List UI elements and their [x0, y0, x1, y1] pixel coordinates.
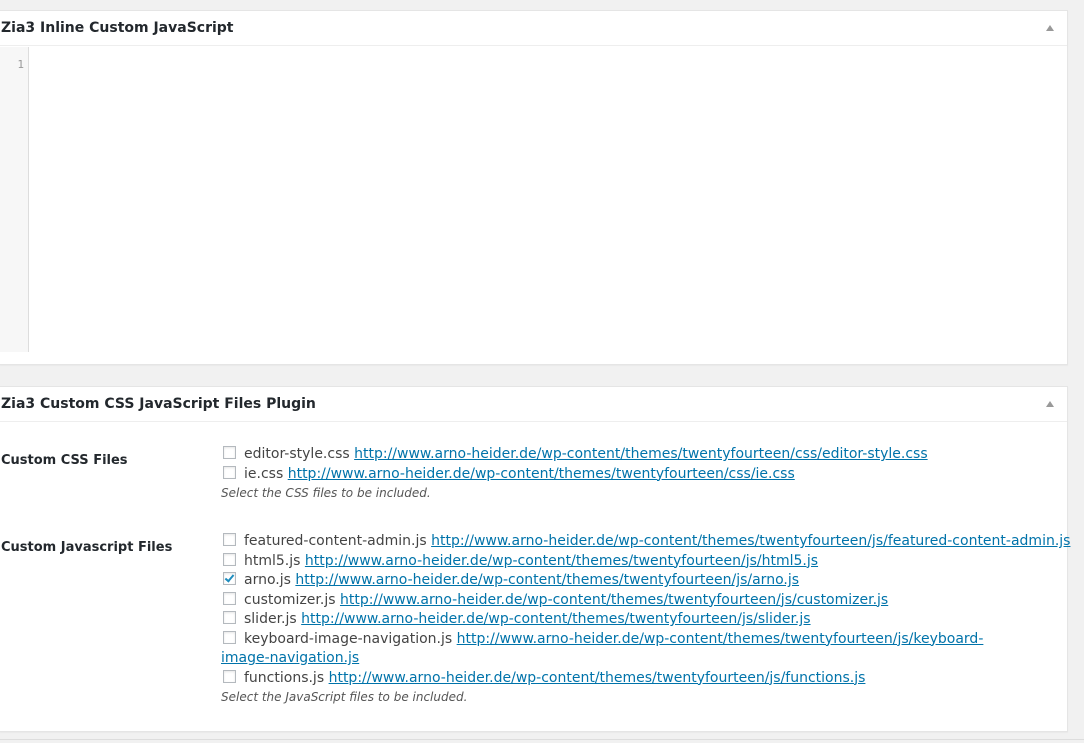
files-plugin-postbox-title: Zia3 Custom CSS JavaScript Files Plugin	[1, 396, 316, 412]
file-option[interactable]: html5.js http://www.arno-heider.de/wp-co…	[221, 552, 1051, 572]
file-name: functions.js	[244, 669, 325, 686]
js-files-field: featured-content-admin.js http://www.arn…	[221, 532, 1070, 707]
file-checkbox[interactable]	[223, 591, 236, 605]
file-url-link[interactable]: http://www.arno-heider.de/wp-content/the…	[288, 466, 795, 482]
file-option[interactable]: editor-style.css http://www.arno-heider.…	[221, 445, 1051, 465]
file-url-link[interactable]: http://www.arno-heider.de/wp-content/the…	[305, 553, 818, 569]
file-option[interactable]: slider.js http://www.arno-heider.de/wp-c…	[221, 610, 1051, 630]
file-name: ie.css	[244, 465, 284, 482]
collapse-arrow-icon[interactable]	[1046, 25, 1054, 31]
file-checkbox[interactable]	[223, 572, 236, 585]
file-checkbox[interactable]	[223, 611, 236, 624]
editor-gutter: 1	[0, 47, 29, 352]
file-option[interactable]: keyboard-image-navigation.js http://www.…	[221, 630, 1021, 669]
collapse-arrow-icon[interactable]	[1046, 401, 1054, 407]
line-number: 1	[17, 58, 24, 71]
file-name: slider.js	[244, 611, 297, 627]
field-description: Select the JavaScript files to be includ…	[221, 690, 468, 704]
file-checkbox[interactable]	[223, 465, 236, 479]
file-name: keyboard-image-navigation.js	[244, 630, 453, 647]
file-name: arno.js	[244, 572, 291, 588]
file-option[interactable]: functions.js http://www.arno-heider.de/w…	[221, 669, 1051, 689]
file-checkbox[interactable]	[223, 630, 236, 644]
inline-js-postbox: Zia3 Inline Custom JavaScript 1	[0, 10, 1068, 365]
file-name: featured-content-admin.js	[244, 533, 427, 549]
file-option[interactable]: customizer.js http://www.arno-heider.de/…	[221, 591, 1051, 611]
file-url-link[interactable]: http://www.arno-heider.de/wp-content/the…	[354, 446, 928, 462]
file-url-link[interactable]: http://www.arno-heider.de/wp-content/the…	[329, 670, 866, 686]
file-checkbox[interactable]	[223, 669, 236, 683]
file-option[interactable]: arno.js http://www.arno-heider.de/wp-con…	[221, 571, 1051, 591]
file-checkbox[interactable]	[223, 533, 236, 546]
custom-js-files-label: Custom Javascript Files	[1, 540, 173, 555]
files-plugin-postbox-header[interactable]: Zia3 Custom CSS JavaScript Files Plugin	[0, 387, 1067, 422]
file-checkbox[interactable]	[223, 446, 236, 459]
code-editor[interactable]: 1	[0, 47, 1066, 352]
code-input-area[interactable]	[30, 47, 1066, 352]
file-url-link[interactable]: http://www.arno-heider.de/wp-content/the…	[301, 611, 810, 627]
file-name: editor-style.css	[244, 446, 350, 462]
page-bottom-edge	[0, 739, 1084, 743]
css-files-field: editor-style.css http://www.arno-heider.…	[221, 445, 1051, 503]
inline-js-postbox-title: Zia3 Inline Custom JavaScript	[1, 20, 234, 36]
inline-js-postbox-header[interactable]: Zia3 Inline Custom JavaScript	[0, 11, 1067, 46]
file-option[interactable]: ie.css http://www.arno-heider.de/wp-cont…	[221, 465, 1051, 485]
file-name: customizer.js	[244, 591, 336, 608]
file-checkbox[interactable]	[223, 552, 236, 566]
custom-css-files-label: Custom CSS Files	[1, 453, 128, 468]
field-description: Select the CSS files to be included.	[221, 486, 431, 500]
file-option[interactable]: featured-content-admin.js http://www.arn…	[221, 532, 1070, 552]
file-name: html5.js	[244, 552, 301, 569]
file-url-link[interactable]: http://www.arno-heider.de/wp-content/the…	[340, 592, 888, 608]
file-url-link[interactable]: http://www.arno-heider.de/wp-content/the…	[295, 572, 799, 588]
files-plugin-postbox: Zia3 Custom CSS JavaScript Files Plugin …	[0, 386, 1070, 732]
file-url-link[interactable]: http://www.arno-heider.de/wp-content/the…	[431, 533, 1070, 549]
